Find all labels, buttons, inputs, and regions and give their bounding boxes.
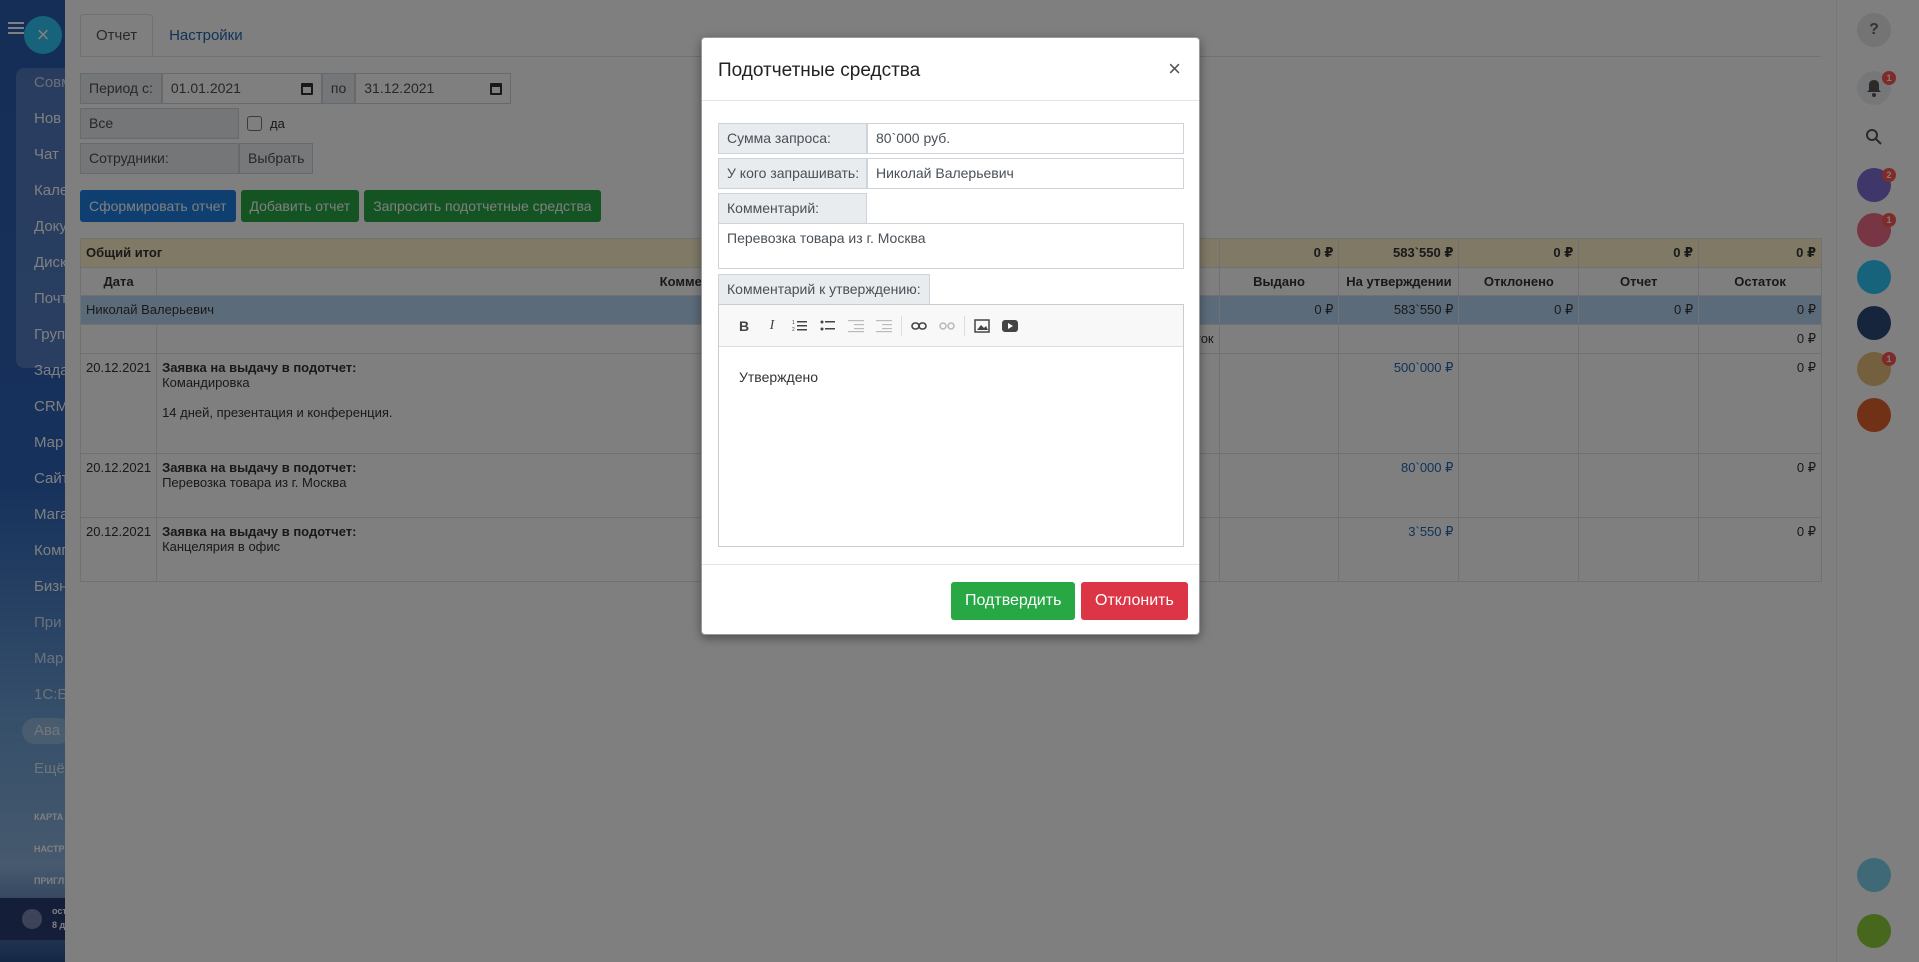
from-label: У кого запрашивать: bbox=[718, 158, 867, 189]
video-icon[interactable] bbox=[999, 315, 1021, 337]
reject-button[interactable]: Отклонить bbox=[1081, 582, 1188, 620]
modal-title: Подотчетные средства bbox=[718, 60, 921, 81]
svg-text:2: 2 bbox=[792, 327, 795, 333]
funds-modal: Подотчетные средства × Сумма запроса: 80… bbox=[701, 37, 1200, 635]
indent-icon[interactable] bbox=[873, 315, 895, 337]
modal-header: Подотчетные средства × bbox=[702, 38, 1199, 101]
italic-icon[interactable]: I bbox=[761, 315, 783, 337]
comment-field: Комментарий: bbox=[718, 193, 1184, 224]
editor-toolbar: B I 12 bbox=[719, 305, 1183, 347]
rich-text-editor: B I 12 Утверждено bbox=[718, 304, 1184, 547]
confirm-button[interactable]: Подтвердить bbox=[951, 582, 1076, 620]
comment-textarea[interactable]: Перевозка товара из г. Москва bbox=[718, 223, 1184, 269]
amount-value[interactable]: 80`000 руб. bbox=[867, 123, 1184, 154]
svg-text:1: 1 bbox=[792, 320, 795, 326]
comment-label: Комментарий: bbox=[718, 193, 867, 224]
toolbar-separator bbox=[901, 315, 902, 336]
amount-field: Сумма запроса: 80`000 руб. bbox=[718, 123, 1184, 154]
from-field: У кого запрашивать: Николай Валерьевич bbox=[718, 158, 1184, 189]
bold-icon[interactable]: B bbox=[733, 315, 755, 337]
modal-footer: Подтвердить Отклонить bbox=[702, 564, 1199, 636]
outdent-icon[interactable] bbox=[845, 315, 867, 337]
editor-content[interactable]: Утверждено bbox=[719, 347, 1183, 407]
approval-comment-field: Комментарий к утверждению: bbox=[718, 274, 1184, 305]
toolbar-separator bbox=[964, 315, 965, 336]
unlink-icon[interactable] bbox=[936, 315, 958, 337]
amount-label: Сумма запроса: bbox=[718, 123, 867, 154]
bullet-list-icon[interactable] bbox=[817, 315, 839, 337]
approval-comment-label: Комментарий к утверждению: bbox=[718, 274, 930, 305]
link-icon[interactable] bbox=[908, 315, 930, 337]
from-value[interactable]: Николай Валерьевич bbox=[867, 158, 1184, 189]
image-icon[interactable] bbox=[971, 315, 993, 337]
close-icon[interactable]: × bbox=[1168, 56, 1181, 82]
ordered-list-icon[interactable]: 12 bbox=[789, 315, 811, 337]
